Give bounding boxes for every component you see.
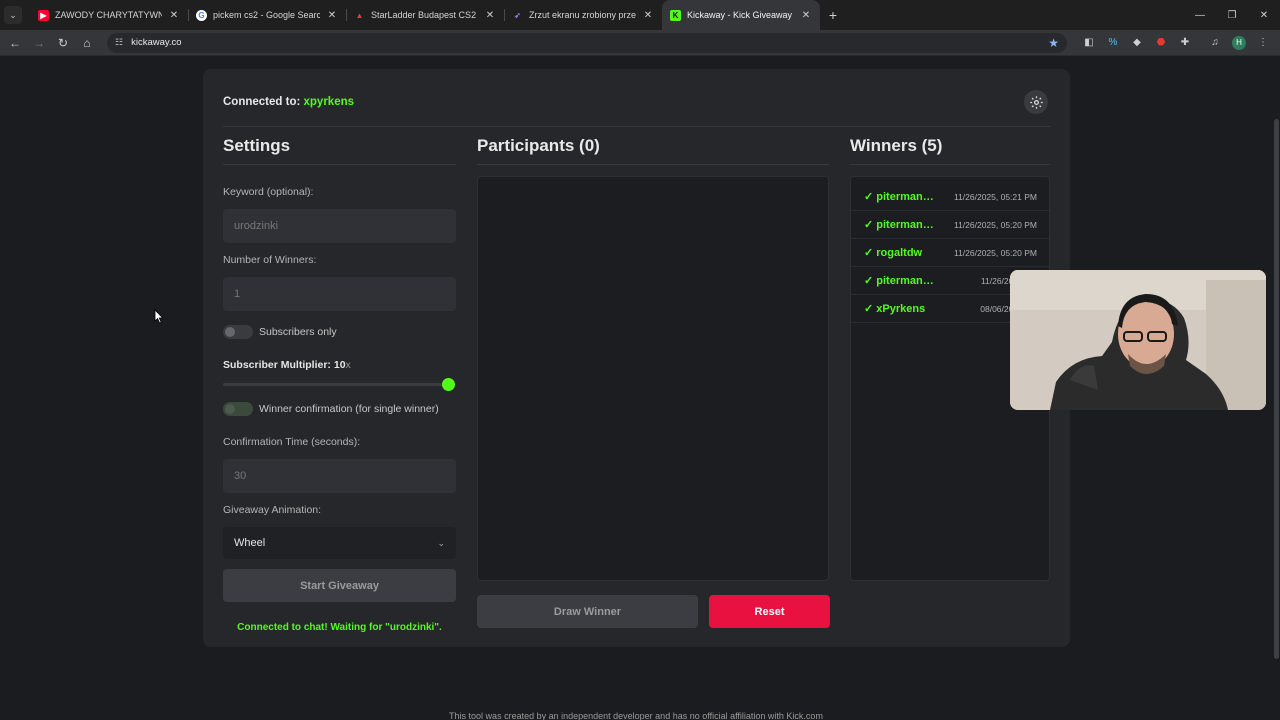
reset-button[interactable]: Reset: [709, 595, 830, 628]
subscriber-multiplier-label: Subscriber Multiplier: 10x: [223, 359, 351, 371]
header-divider: [223, 126, 1050, 127]
browser-tab-bar: ⌄ ▶ ZAWODY CHARYTATYWNE PRA ✕ G pickem c…: [0, 0, 1280, 30]
home-icon[interactable]: ⌂: [75, 36, 99, 50]
keyword-label: Keyword (optional):: [223, 186, 314, 198]
keyword-input[interactable]: urodzinki: [223, 209, 456, 243]
close-tab-icon[interactable]: ✕: [168, 10, 180, 21]
browser-tab-active[interactable]: K Kickaway - Kick Giveaway Tool ✕: [662, 0, 820, 30]
winner-name: ✓ piterman0...: [864, 275, 936, 287]
multiplier-slider-thumb[interactable]: [442, 378, 455, 391]
media-controls-icon[interactable]: ♫: [1203, 37, 1227, 48]
winner-name: ✓ rogaltdw: [864, 247, 923, 259]
participants-divider: [477, 164, 829, 165]
minimize-icon[interactable]: —: [1184, 10, 1216, 21]
youtube-icon: ▶: [38, 9, 49, 21]
winners-count-label: Number of Winners:: [223, 254, 317, 266]
extension-icon[interactable]: ⬣: [1149, 37, 1173, 48]
disclaimer-footer: This tool was created by an independent …: [449, 711, 823, 720]
scrollbar-thumb[interactable]: [1274, 119, 1279, 659]
feather-icon: ➶: [514, 10, 521, 20]
tab-search-button[interactable]: ⌄: [4, 6, 22, 24]
winners-count-input[interactable]: 1: [223, 277, 456, 311]
chevron-down-icon: ⌄: [437, 537, 445, 548]
settings-button[interactable]: [1024, 90, 1048, 114]
subscribers-only-toggle[interactable]: [223, 325, 253, 339]
animation-selected-value: Wheel: [234, 537, 266, 549]
puzzle-icon[interactable]: ✚: [1173, 37, 1197, 48]
winner-confirmation-toggle[interactable]: [223, 402, 253, 416]
tab-title: pickem cs2 - Google Search: [213, 10, 320, 20]
winners-divider: [850, 164, 1050, 165]
site-info-icon[interactable]: ☷: [115, 37, 123, 48]
close-tab-icon[interactable]: ✕: [484, 10, 496, 21]
winner-row[interactable]: ✓ rogaltdw 11/26/2025, 05:20 PM: [851, 239, 1049, 267]
extensions-bar: ◧ % ◆ ⬣ ✚ ♫ H ⋮: [1077, 35, 1275, 50]
window-controls: — ❐ ✕: [1184, 10, 1280, 21]
restore-icon[interactable]: ❐: [1216, 10, 1248, 21]
chat-status-message: Connected to chat! Waiting for "urodzink…: [237, 622, 442, 633]
draw-winner-button[interactable]: Draw Winner: [477, 595, 698, 628]
kick-icon: K: [670, 9, 681, 21]
more-menu-icon[interactable]: ⋮: [1251, 37, 1275, 48]
browser-tab[interactable]: G pickem cs2 - Google Search ✕: [188, 0, 346, 30]
start-giveaway-button[interactable]: Start Giveaway: [223, 569, 456, 602]
winner-confirmation-label: Winner confirmation (for single winner): [259, 403, 439, 415]
webcam-image: [1010, 270, 1266, 410]
bookmark-star-icon[interactable]: ★: [1048, 36, 1059, 50]
mouse-cursor-icon: [154, 309, 164, 324]
winner-name: ✓ piterman0...: [864, 219, 936, 231]
browser-tab[interactable]: ▲ StarLadder Budapest CS2 Major ✕: [346, 0, 504, 30]
confirmation-time-label: Confirmation Time (seconds):: [223, 436, 361, 448]
winner-timestamp: 11/26/2025, 05:21 PM: [953, 191, 1037, 202]
giveaway-card: Connected to: xpyrkens Settings Keyword …: [203, 69, 1070, 647]
gear-icon: [1029, 95, 1043, 109]
extension-icon[interactable]: %: [1101, 37, 1125, 48]
connected-username: xpyrkens: [303, 96, 355, 108]
animation-select[interactable]: Wheel ⌄: [223, 527, 456, 559]
winner-row[interactable]: ✓ piterman0... 11/26/2025, 05:21 PM: [851, 183, 1049, 211]
back-icon[interactable]: ←: [3, 36, 27, 50]
winner-timestamp: 11/26/2025, 05:20 PM: [953, 247, 1037, 258]
winner-name: ✓ xPyrkens: [864, 303, 926, 315]
multiplier-slider[interactable]: [223, 383, 449, 386]
connected-label: Connected to:: [223, 96, 301, 108]
scrollbar[interactable]: [1272, 57, 1280, 720]
extension-icon[interactable]: ◆: [1125, 37, 1149, 48]
winners-title: Winners (5): [850, 136, 943, 155]
google-icon: G: [196, 9, 207, 21]
reload-icon[interactable]: ↻: [51, 36, 75, 50]
tab-title: StarLadder Budapest CS2 Major: [371, 10, 478, 20]
participants-title: Participants (0): [477, 136, 600, 155]
browser-toolbar: ← → ↻ ⌂ ☷ kickaway.co ★ ◧ % ◆ ⬣ ✚ ♫ H ⋮: [0, 30, 1280, 56]
forward-icon[interactable]: →: [27, 36, 51, 50]
participants-list: [477, 176, 829, 581]
profile-avatar[interactable]: H: [1227, 35, 1251, 50]
connection-status: Connected to: xpyrkens: [223, 96, 354, 108]
url-text: kickaway.co: [131, 37, 182, 48]
browser-tab[interactable]: ➶ Zrzut ekranu zrobiony przez Lig ✕: [504, 0, 662, 30]
address-bar[interactable]: ☷ kickaway.co ★: [107, 32, 1067, 53]
winner-name: ✓ piterman0...: [864, 191, 936, 203]
winner-timestamp: 11/26/2025, 05:20 PM: [953, 219, 1037, 230]
winner-row[interactable]: ✓ piterman0... 11/26/2025, 05:20 PM: [851, 211, 1049, 239]
close-tab-icon[interactable]: ✕: [800, 10, 812, 21]
tab-title: Zrzut ekranu zrobiony przez Lig: [529, 10, 636, 20]
webcam-overlay: [1010, 270, 1266, 410]
close-window-icon[interactable]: ✕: [1248, 10, 1280, 21]
close-tab-icon[interactable]: ✕: [642, 10, 654, 21]
browser-tab[interactable]: ▶ ZAWODY CHARYTATYWNE PRA ✕: [30, 0, 188, 30]
tab-title: Kickaway - Kick Giveaway Tool: [687, 10, 794, 20]
starladder-icon: ▲: [355, 10, 364, 20]
settings-divider: [223, 164, 456, 165]
confirmation-time-input[interactable]: 30: [223, 459, 456, 493]
tab-title: ZAWODY CHARYTATYWNE PRA: [55, 10, 162, 20]
subscribers-only-label: Subscribers only: [259, 326, 337, 338]
settings-title: Settings: [223, 136, 291, 155]
close-tab-icon[interactable]: ✕: [326, 10, 338, 21]
new-tab-button[interactable]: +: [820, 7, 846, 23]
extension-icon[interactable]: ◧: [1077, 37, 1101, 48]
animation-label: Giveaway Animation:: [223, 504, 322, 516]
